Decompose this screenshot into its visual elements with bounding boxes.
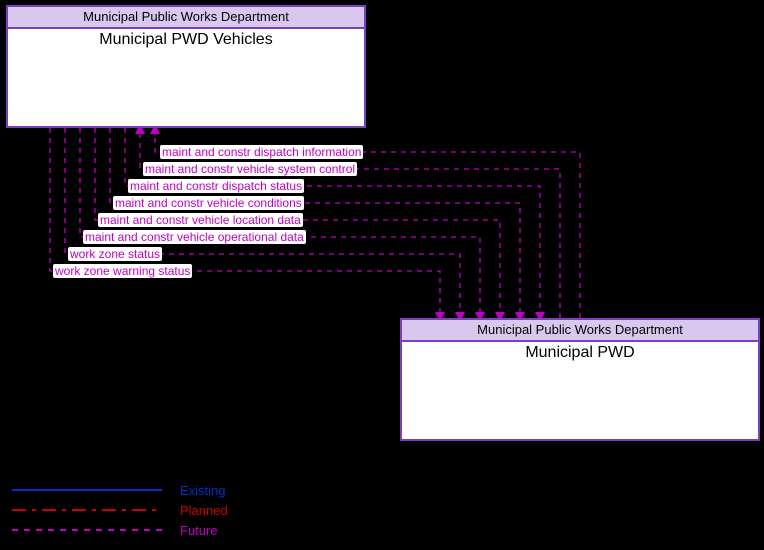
- flow-label[interactable]: maint and constr vehicle location data: [98, 213, 303, 227]
- flow-label[interactable]: maint and constr dispatch information: [160, 145, 363, 159]
- flow-label[interactable]: work zone warning status: [53, 264, 192, 278]
- entity-municipal-pwd[interactable]: Municipal Public Works Department Munici…: [400, 318, 760, 441]
- entity-bottom-name: Municipal PWD: [402, 342, 758, 362]
- entity-bottom-org: Municipal Public Works Department: [402, 320, 758, 342]
- legend-label-future: Future: [180, 523, 218, 538]
- legend-planned: Planned: [12, 500, 228, 520]
- legend-swatch-existing: [12, 489, 162, 491]
- flow-label[interactable]: maint and constr vehicle system control: [143, 162, 357, 176]
- entity-top-name: Municipal PWD Vehicles: [8, 29, 364, 49]
- flow-label[interactable]: maint and constr vehicle operational dat…: [83, 230, 306, 244]
- legend: Existing Planned Future: [12, 480, 228, 540]
- flow-label[interactable]: maint and constr dispatch status: [128, 179, 304, 193]
- flow-label[interactable]: work zone status: [68, 247, 162, 261]
- legend-label-existing: Existing: [180, 483, 226, 498]
- legend-swatch-future: [12, 529, 162, 531]
- entity-municipal-pwd-vehicles[interactable]: Municipal Public Works Department Munici…: [6, 5, 366, 128]
- flow-label[interactable]: maint and constr vehicle conditions: [113, 196, 304, 210]
- legend-swatch-planned: [12, 509, 162, 511]
- diagram-canvas: { "entities": { "top": { "org": "Municip…: [0, 0, 764, 550]
- entity-top-org: Municipal Public Works Department: [8, 7, 364, 29]
- legend-future: Future: [12, 520, 228, 540]
- legend-label-planned: Planned: [180, 503, 228, 518]
- legend-existing: Existing: [12, 480, 228, 500]
